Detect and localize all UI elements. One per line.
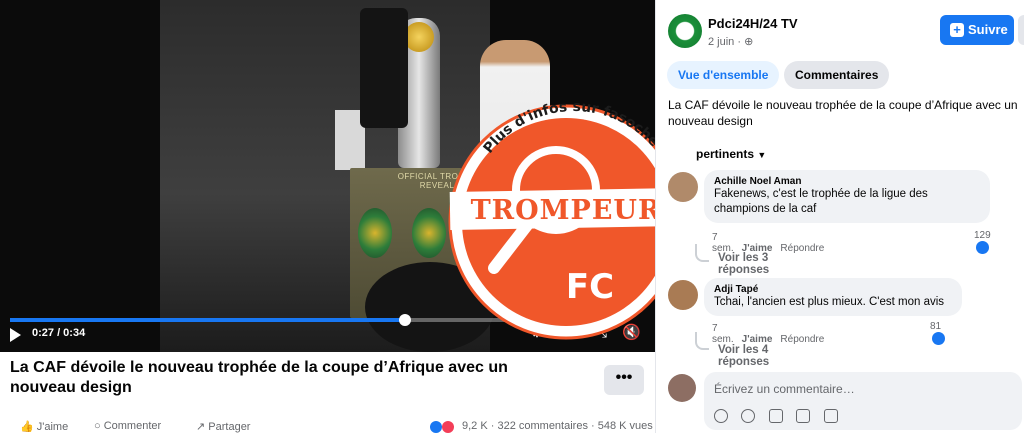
comment-meta: 7 sem. J'aime Répondre: [712, 232, 824, 254]
love-reaction-icon: [442, 421, 455, 433]
commenter-name[interactable]: Achille Noel Aman: [714, 176, 980, 187]
share-label: Partager: [208, 421, 251, 433]
caf-logo-left: [358, 208, 392, 258]
comment-label: Commenter: [103, 420, 162, 432]
page-avatar[interactable]: [668, 14, 702, 48]
commenter-avatar[interactable]: [668, 280, 698, 310]
trophy-top: [404, 22, 434, 52]
reaction-icons: [430, 421, 455, 433]
like-icon: [932, 332, 945, 345]
tab-comments[interactable]: Commentaires: [784, 61, 890, 89]
comment-reply-button[interactable]: Répondre: [780, 243, 824, 254]
share-button[interactable]: ↗ Partager: [196, 420, 250, 433]
comment-likes[interactable]: 81: [930, 321, 945, 345]
follow-button[interactable]: + Suivre: [940, 15, 1014, 45]
comment-bubble: Achille Noel Aman Fakenews, c'est le tro…: [704, 170, 990, 223]
comment-meta: 7 sem. J'aime Répondre: [712, 323, 824, 345]
facebook-video-page: OFFICIAL TROPHY REVEAL 0:27 / 0:34 ⚙ ⤢ ⤡…: [0, 0, 1024, 433]
follow-label: Suivre: [968, 22, 1008, 37]
like-label: J'aime: [36, 421, 69, 433]
comment-likes-count: 81: [930, 321, 942, 332]
emoji-icon[interactable]: [741, 409, 756, 423]
composer-toolbar: [714, 409, 847, 428]
camera-icon[interactable]: [768, 409, 783, 423]
more-options-button[interactable]: •••: [604, 365, 644, 395]
comment-likes[interactable]: 129: [974, 230, 991, 254]
action-bar: 👍 J'aime ○ Commenter ↗ Partager 9,2 K · …: [0, 418, 655, 433]
commenter-avatar[interactable]: [668, 172, 698, 202]
like-reaction-icon: [430, 421, 442, 433]
tab-overview[interactable]: Vue d'ensemble: [667, 61, 780, 89]
post-date[interactable]: 2 juin · ⊕: [708, 35, 753, 48]
chevron-down-icon: ▼: [757, 150, 767, 160]
comment-reply-button[interactable]: Répondre: [780, 334, 824, 345]
comment-text: Tchai, l'ancien est plus mieux. C'est mo…: [714, 296, 945, 308]
post-text: La CAF dévoile le nouveau trophée de la …: [668, 98, 1018, 128]
stamp-logo: FC: [566, 267, 614, 307]
gif-icon[interactable]: [796, 409, 811, 423]
my-avatar: [668, 374, 696, 402]
comment-age[interactable]: 7 sem.: [712, 323, 734, 345]
thread-connector: [695, 244, 709, 262]
stamp-verdict: TROMPEUR: [471, 195, 662, 226]
add-page-icon: +: [950, 23, 964, 37]
thread-connector: [695, 332, 709, 350]
more-button-edge[interactable]: [1018, 15, 1024, 45]
comment-button[interactable]: ○ Commenter: [94, 420, 161, 432]
view-replies-link[interactable]: Voir les 4 réponses: [718, 344, 769, 368]
post-date-text: 2 juin ·: [708, 36, 745, 48]
engagement-stats[interactable]: 9,2 K · 322 commentaires · 548 K vues: [462, 420, 653, 432]
comment-age[interactable]: 7 sem.: [712, 232, 734, 254]
like-button[interactable]: 👍 J'aime: [20, 420, 68, 433]
comment-text: Fakenews, c'est le trophée de la ligue d…: [714, 188, 928, 215]
commenter-name[interactable]: Adji Tapé: [714, 284, 952, 295]
comment-input-placeholder: Écrivez un commentaire…: [714, 382, 855, 396]
sort-label: pertinents: [696, 147, 755, 161]
time-display: 0:27 / 0:34: [32, 327, 86, 339]
page-name[interactable]: Pdci24H/24 TV: [708, 16, 798, 31]
post-panel: Pdci24H/24 TV 2 juin · ⊕ + Suivre Vue d'…: [655, 0, 1024, 433]
avatar-sticker-icon[interactable]: [714, 409, 728, 423]
like-icon: [976, 241, 989, 254]
cloth: [360, 8, 408, 128]
comment-input[interactable]: Écrivez un commentaire…: [704, 372, 1022, 430]
play-icon[interactable]: [10, 328, 21, 342]
comment-bubble: Adji Tapé Tchai, l'ancien est plus mieux…: [704, 278, 962, 316]
view-replies-link[interactable]: Voir les 3 réponses: [718, 252, 769, 276]
globe-icon: ⊕: [744, 36, 754, 48]
video-title: La CAF dévoile le nouveau trophée de la …: [10, 359, 508, 396]
comment-composer: Écrivez un commentaire…: [668, 372, 1022, 430]
progress-knob[interactable]: [399, 314, 411, 326]
comment-sort[interactable]: pertinents ▼: [696, 147, 766, 161]
comment-likes-count: 129: [974, 230, 991, 241]
progress-fill: [10, 318, 405, 322]
sticker-icon[interactable]: [823, 409, 838, 423]
